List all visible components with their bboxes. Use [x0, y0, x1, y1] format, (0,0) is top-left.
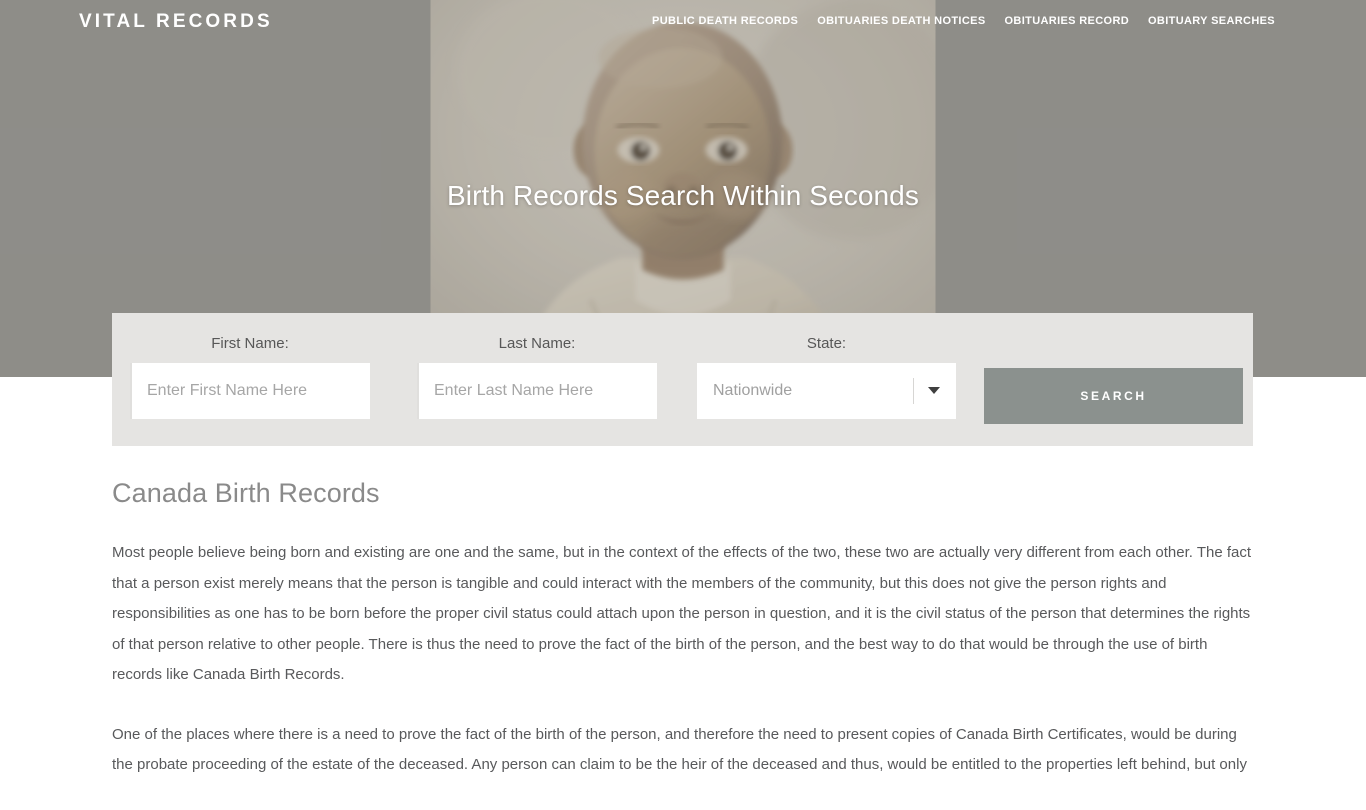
- nav-item-obituary-searches[interactable]: OBITUARY SEARCHES: [1148, 15, 1275, 27]
- site-header: VITAL RECORDS PUBLIC DEATH RECORDS OBITU…: [0, 0, 1366, 44]
- nav-item-public-death-records[interactable]: PUBLIC DEATH RECORDS: [652, 15, 798, 27]
- state-select[interactable]: Nationwide: [697, 363, 956, 419]
- state-label: State:: [806, 335, 847, 352]
- first-name-label: First Name:: [211, 335, 289, 352]
- last-name-field-group: Last Name:: [417, 335, 657, 419]
- article-section: Canada Birth Records Most people believe…: [112, 478, 1253, 810]
- first-name-field-group: First Name:: [130, 335, 370, 419]
- state-selected-value: Nationwide: [713, 382, 793, 399]
- hero-title: Birth Records Search Within Seconds: [447, 180, 919, 211]
- state-field-group: State: Nationwide: [697, 335, 956, 419]
- nav-item-obituaries-record[interactable]: OBITUARIES RECORD: [1005, 15, 1130, 27]
- chevron-down-icon: [928, 387, 940, 394]
- article-title: Canada Birth Records: [112, 478, 380, 508]
- first-name-input[interactable]: [130, 363, 370, 419]
- site-logo[interactable]: VITAL RECORDS: [79, 11, 273, 33]
- last-name-label: Last Name:: [498, 335, 576, 352]
- nav-item-obituaries-death-notices[interactable]: OBITUARIES DEATH NOTICES: [817, 15, 985, 27]
- main-navigation: PUBLIC DEATH RECORDS OBITUARIES DEATH NO…: [652, 15, 1275, 27]
- search-form-panel: First Name: Last Name: State: Nationwide…: [112, 313, 1253, 446]
- select-separator: [913, 378, 914, 404]
- search-button[interactable]: SEARCH: [984, 368, 1243, 424]
- article-paragraph-1: Most people believe being born and exist…: [112, 544, 1252, 683]
- article-paragraph-2: One of the places where there is a need …: [112, 725, 1247, 774]
- last-name-input[interactable]: [417, 363, 657, 419]
